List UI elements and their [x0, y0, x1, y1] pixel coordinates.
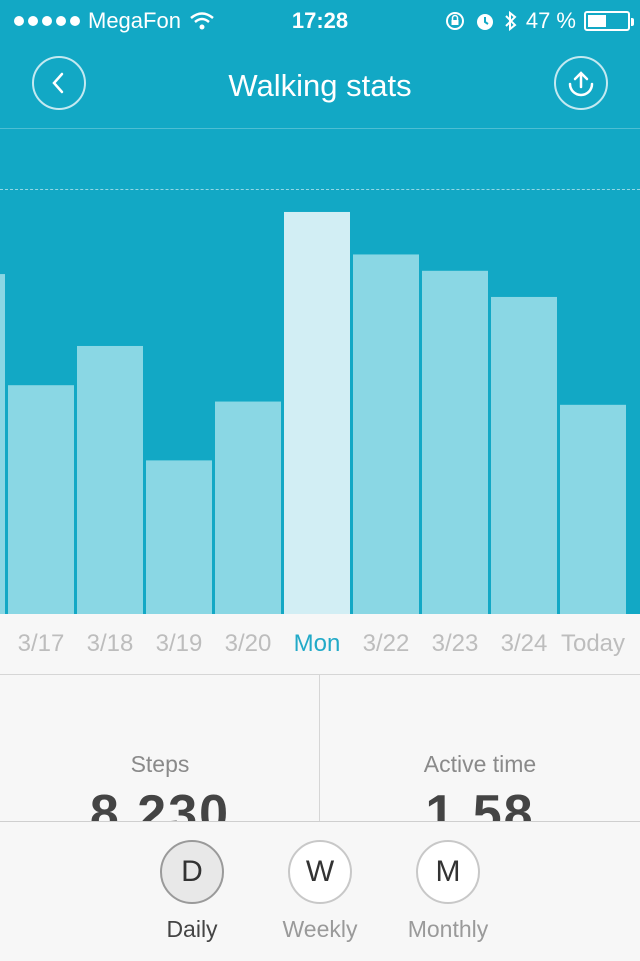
x-tick-label[interactable]: 3/20 [208, 630, 288, 658]
chart-bar-3-23[interactable] [422, 270, 488, 614]
period-monthly-label: Monthly [407, 916, 489, 942]
chart-bar-3-22[interactable] [353, 254, 419, 614]
chart-bar-3-24[interactable] [491, 296, 557, 614]
period-weekly-circle[interactable]: W [288, 840, 352, 904]
chart-bar-prev[interactable] [0, 274, 5, 614]
x-tick-label[interactable]: Mon [277, 630, 357, 658]
battery-percent: 47 % [525, 8, 576, 33]
chart-bar-3-17[interactable] [8, 385, 74, 614]
steps-label: Steps [130, 751, 190, 777]
period-daily-button[interactable]: D Daily [142, 840, 242, 943]
x-tick-label[interactable]: 3/17 [1, 630, 81, 658]
chart-bar-3-19[interactable] [146, 460, 212, 614]
period-weekly-button[interactable]: W Weekly [270, 840, 370, 943]
active-time-stat: Active time 1 58 [320, 751, 640, 821]
chart-x-axis: 3/17 3/18 3/19 3/20 Mon 3/22 3/23 3/24 Today [0, 614, 640, 675]
x-tick-label[interactable]: 3/24 [484, 630, 564, 658]
chart-bar-today[interactable] [560, 404, 626, 614]
status-bar: MegaFon 17:28 47 % [0, 0, 640, 42]
steps-stat: Steps 8 230 [0, 751, 320, 821]
period-monthly-circle[interactable]: M [416, 840, 480, 904]
upload-icon [568, 71, 594, 97]
active-time-label: Active time [423, 751, 537, 777]
x-tick-label[interactable]: Today [553, 630, 633, 658]
page-title: Walking stats [228, 68, 412, 103]
period-weekly-label: Weekly [282, 916, 358, 942]
nav-bar: Walking stats [0, 42, 640, 129]
rotation-lock-icon [445, 12, 464, 30]
period-monthly-button[interactable]: M Monthly [398, 840, 498, 943]
period-selector: D Daily W Weekly M Monthly [0, 821, 640, 961]
goal-dashed-line [0, 189, 640, 190]
x-tick-label[interactable]: 3/22 [346, 630, 426, 658]
bluetooth-icon [505, 10, 517, 32]
stats-panel: Steps 8 230 Active time 1 58 [0, 675, 640, 821]
x-tick-label[interactable]: 3/18 [70, 630, 150, 658]
x-tick-label[interactable]: 3/19 [139, 630, 219, 658]
period-daily-label: Daily [166, 916, 218, 942]
chart-bar-3-18[interactable] [77, 345, 143, 614]
chart-area: MegaFon 17:28 47 % Walking stats [0, 0, 640, 614]
active-time-value: 1 58 [425, 785, 535, 821]
chart-bar-3-20[interactable] [215, 401, 281, 614]
period-daily-circle[interactable]: D [160, 840, 224, 904]
steps-value: 8 230 [89, 785, 231, 821]
battery-icon [584, 11, 634, 31]
x-tick-label[interactable]: 3/23 [415, 630, 495, 658]
alarm-icon [476, 14, 493, 30]
chart-bar-mon[interactable] [284, 211, 350, 614]
share-button[interactable] [554, 56, 608, 110]
